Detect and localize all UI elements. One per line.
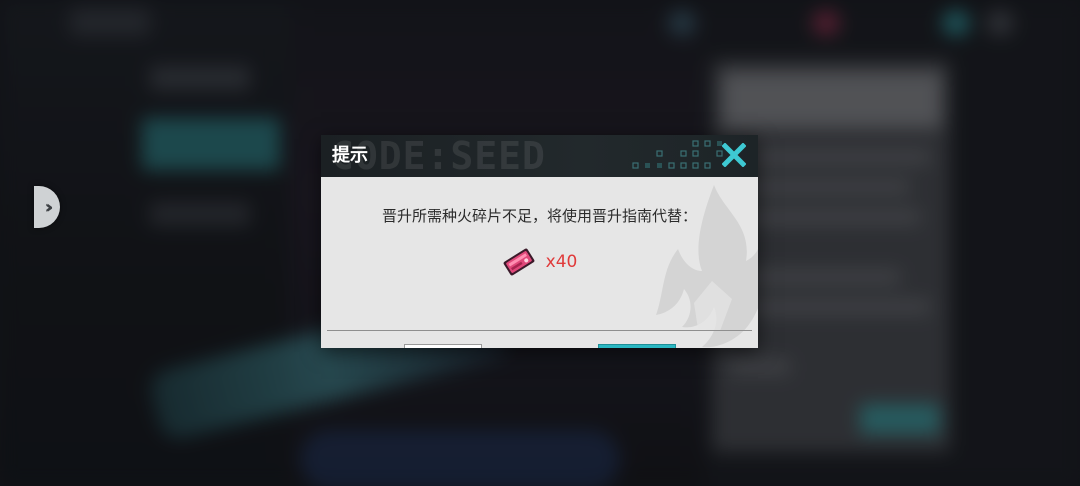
dialog-divider	[327, 330, 752, 331]
cancel-button[interactable]: 取消	[404, 344, 482, 348]
cost-row: x40	[321, 245, 758, 279]
close-icon	[722, 143, 746, 167]
close-button[interactable]	[719, 140, 749, 170]
dialog-header: CODE:SEED 提示	[321, 135, 758, 177]
confirm-button[interactable]: 确定	[598, 344, 676, 348]
dialog-body: 晋升所需种火碎片不足，将使用晋升指南代替： x40 取消 确定	[321, 177, 758, 348]
dialog-message: 晋升所需种火碎片不足，将使用晋升指南代替：	[381, 207, 697, 225]
game-screen: ›› CODE:SEED 提示 晋升所需种火碎片不足，将使用晋升指南代替： x4…	[0, 0, 1080, 486]
notice-dialog: CODE:SEED 提示 晋升所需种火碎片不足，将使用晋升指南代替： x40	[321, 135, 758, 348]
pixel-dots-decoration	[632, 140, 723, 169]
cost-amount: x40	[545, 252, 578, 272]
chevron-double-right-icon: ››	[44, 196, 54, 218]
dialog-title: 提示	[332, 145, 368, 166]
promotion-guide-ticket-icon	[503, 248, 534, 276]
